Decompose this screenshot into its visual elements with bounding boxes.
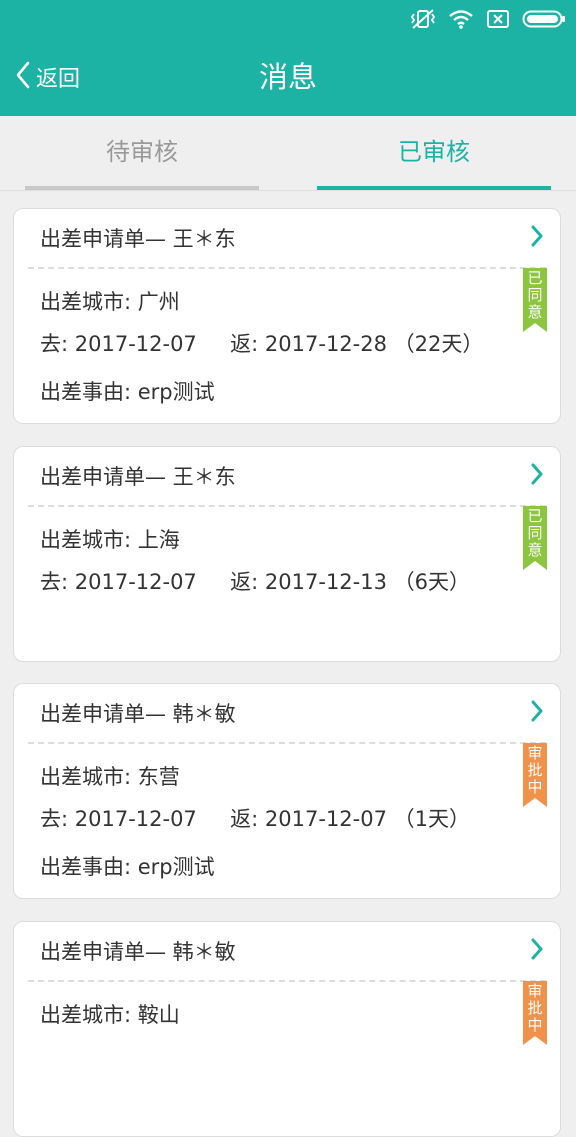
nav-bar: 返回 消息 (0, 38, 576, 116)
tab-pending[interactable]: 待审核 (25, 116, 259, 190)
tab-reviewed-label: 已审核 (398, 138, 470, 166)
card-city: 出差城市: 广州 (40, 290, 180, 314)
card-dates: 去: 2017-12-07 返: 2017-12-07 （1天） (40, 807, 470, 831)
card-divider (28, 980, 546, 982)
tab-pending-underline (25, 186, 259, 190)
card-title: 出差申请单— 韩＊敏 (40, 702, 236, 726)
card-divider (28, 267, 546, 269)
tab-reviewed[interactable]: 已审核 (317, 116, 551, 190)
card-reason: 出差事由: erp测试 (40, 855, 215, 879)
status-char: 同 (527, 286, 543, 304)
chevron-right-icon (530, 938, 544, 964)
status-char: 中 (527, 778, 543, 796)
card-city: 出差城市: 上海 (40, 528, 180, 552)
card-divider (28, 505, 546, 507)
status-badge: 已 同 意 (523, 506, 547, 570)
status-char: 意 (527, 541, 543, 559)
tab-reviewed-underline (317, 186, 551, 190)
status-char: 意 (527, 303, 543, 321)
page-title: 消息 (258, 60, 317, 94)
list-item[interactable]: 出差申请单— 王＊东 出差城市: 上海 去: 2017-12-07 返: 201… (13, 446, 561, 662)
card-title: 出差申请单— 王＊东 (40, 465, 236, 489)
status-char: 同 (527, 524, 543, 542)
tab-bar: 待审核 已审核 (0, 116, 576, 191)
status-char: 批 (527, 761, 543, 779)
card-dates: 去: 2017-12-07 返: 2017-12-13 （6天） (40, 570, 470, 594)
wifi-icon (448, 9, 474, 29)
status-char: 审 (527, 744, 543, 762)
chevron-right-icon (530, 225, 544, 251)
card-divider (28, 742, 546, 744)
status-char: 已 (527, 507, 543, 525)
battery-icon (522, 9, 566, 29)
card-title: 出差申请单— 韩＊敏 (40, 940, 236, 964)
list-item[interactable]: 出差申请单— 韩＊敏 出差城市: 东营 去: 2017-12-07 返: 201… (13, 683, 561, 899)
status-badge: 已 同 意 (523, 268, 547, 332)
list-item[interactable]: 出差申请单— 王＊东 出差城市: 广州 去: 2017-12-07 返: 201… (13, 208, 561, 424)
tab-pending-label: 待审核 (106, 138, 178, 166)
status-char: 已 (527, 269, 543, 287)
sim-off-icon (486, 9, 510, 29)
list-item[interactable]: 出差申请单— 韩＊敏 出差城市: 鞍山 审 批 中 (13, 921, 561, 1137)
vibrate-off-icon (410, 8, 436, 30)
status-badge: 审 批 中 (523, 981, 547, 1045)
status-char: 中 (527, 1016, 543, 1034)
card-dates: 去: 2017-12-07 返: 2017-12-28 （22天） (40, 332, 484, 356)
status-bar (0, 0, 576, 38)
status-char: 批 (527, 999, 543, 1017)
card-reason: 出差事由: erp测试 (40, 380, 215, 404)
card-title: 出差申请单— 王＊东 (40, 227, 236, 251)
chevron-right-icon (530, 700, 544, 726)
status-badge: 审 批 中 (523, 743, 547, 807)
status-char: 审 (527, 982, 543, 1000)
status-icons (410, 6, 566, 32)
card-city: 出差城市: 鞍山 (40, 1003, 180, 1027)
card-city: 出差城市: 东营 (40, 765, 180, 789)
chevron-right-icon (530, 463, 544, 489)
